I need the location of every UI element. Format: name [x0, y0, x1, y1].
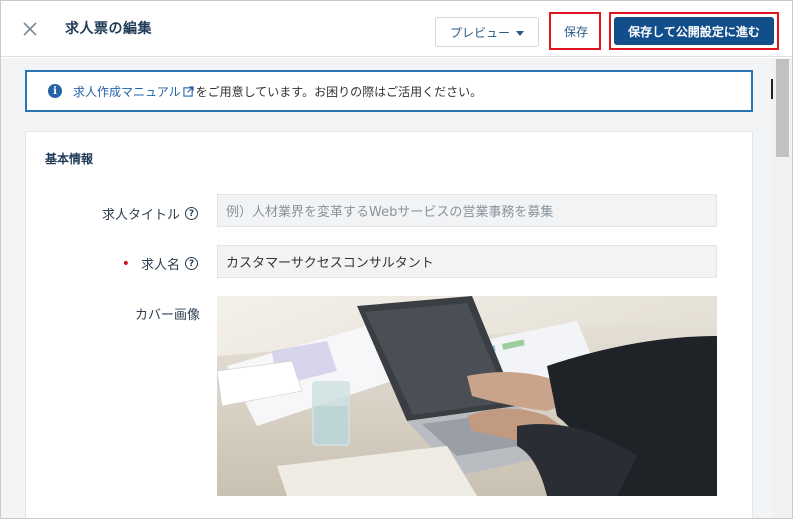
- help-icon[interactable]: ?: [185, 207, 198, 220]
- job-title-label-text: 求人タイトル: [101, 208, 180, 223]
- cover-image-label: カバー画像: [66, 304, 200, 323]
- scroll-marker: [771, 79, 773, 99]
- notice-text: をご用意しています。お困りの際はご活用ください。: [195, 84, 483, 99]
- header-bar: 求人票の編集 プレビュー 保存 保存して公開設定に進む: [1, 1, 792, 57]
- external-link-icon: [183, 85, 194, 97]
- job-name-label: • 求人名 ?: [66, 254, 198, 273]
- job-name-input[interactable]: カスタマーサクセスコンサルタント: [217, 245, 717, 278]
- job-name-label-text: 求人名: [140, 258, 180, 273]
- scrollbar-thumb[interactable]: [776, 59, 789, 157]
- section-title: 基本情報: [45, 152, 94, 166]
- manual-link-text: 求人作成マニュアル: [73, 84, 181, 99]
- job-title-input[interactable]: 例）人材業界を変革するWebサービスの営業事務を募集: [217, 194, 717, 227]
- basic-info-card: 基本情報 求人タイトル ? 例）人材業界を変革するWebサービスの営業事務を募集…: [25, 131, 753, 518]
- manual-notice: i 求人作成マニュアル をご用意しています。お困りの際はご活用ください。: [25, 70, 753, 112]
- required-marker: •: [121, 255, 130, 272]
- preview-button[interactable]: プレビュー: [435, 17, 539, 47]
- save-button[interactable]: 保存: [558, 17, 594, 45]
- page-title: 求人票の編集: [65, 21, 152, 37]
- content-area: i 求人作成マニュアル をご用意しています。お困りの際はご活用ください。 基本情…: [1, 58, 773, 518]
- close-icon[interactable]: [18, 17, 42, 41]
- save-and-publish-button[interactable]: 保存して公開設定に進む: [614, 17, 774, 45]
- manual-link[interactable]: 求人作成マニュアル: [73, 83, 196, 100]
- chevron-down-icon: [516, 30, 524, 36]
- info-icon: i: [48, 84, 62, 98]
- cover-image-label-text: カバー画像: [134, 308, 200, 323]
- editor-window: 求人票の編集 プレビュー 保存 保存して公開設定に進む i 求人作成マニュアル …: [0, 0, 793, 519]
- job-title-label: 求人タイトル ?: [66, 204, 198, 223]
- preview-button-label: プレビュー: [449, 25, 510, 40]
- help-icon[interactable]: ?: [185, 257, 198, 270]
- cover-image[interactable]: [217, 296, 717, 496]
